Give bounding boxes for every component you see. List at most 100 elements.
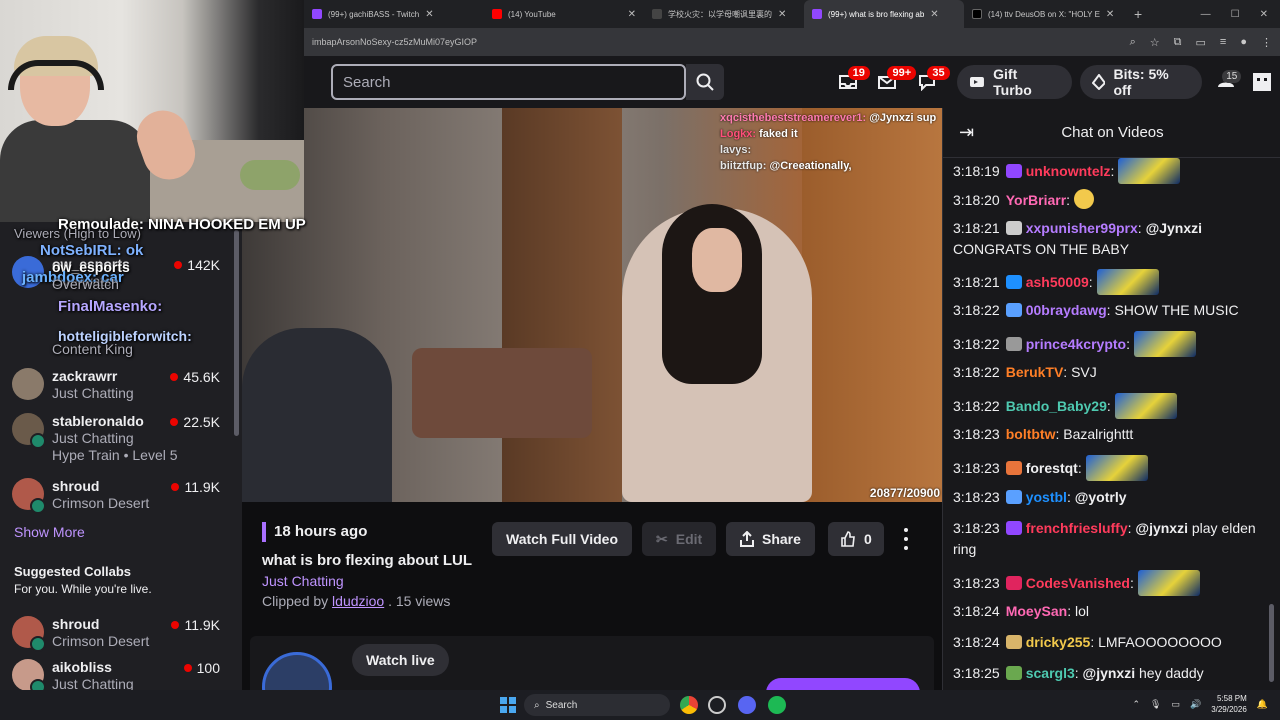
chat-username[interactable]: yostbl [1026,489,1067,505]
chat-username[interactable]: forestqt [1026,460,1078,476]
edit-button[interactable]: ✂ Edit [642,522,717,556]
close-tab-icon[interactable]: ✕ [778,9,786,20]
chat-badge-icon[interactable] [1005,576,1022,590]
browser-tab[interactable]: (14) YouTube ✕ [484,0,644,28]
search-button[interactable] [686,64,724,100]
browser-tab[interactable]: (14) ttv DeusOB on X: "HOLY E ✕ [964,0,1124,28]
browser-tab[interactable]: 学校火灾：以学母嘲讽里裏的 ✕ [644,0,804,28]
chat-emote-icon[interactable] [1137,570,1200,596]
address-bar[interactable]: imbapArsonNoSexy-cz5zMuMi07eyGIOP ⌕ ☆ ⧉ … [304,28,1280,56]
activity-button[interactable]: 35 [909,64,950,100]
user-avatar-button[interactable] [1244,64,1280,100]
follow-button[interactable] [766,678,920,690]
chat-username[interactable]: CodesVanished [1026,575,1130,591]
maximize-icon[interactable]: ☐ [1231,9,1240,20]
menu-icon[interactable]: ⋮ [1261,36,1272,49]
suggested-channel-row[interactable]: shroud Crimson Desert 11.9K [0,612,242,656]
clock[interactable]: 5:58 PM 3/29/2026 [1211,693,1247,715]
chat-username[interactable]: prince4kcrypto [1026,336,1126,352]
chat-badge-icon[interactable] [1005,164,1022,178]
network-icon[interactable]: ▭ [1171,699,1180,710]
show-more-link[interactable]: Show More [14,524,85,540]
steam-icon[interactable] [708,696,726,714]
chat-badge-icon[interactable] [1005,275,1022,289]
chat-emote-icon[interactable] [1096,269,1159,295]
avatar[interactable] [262,652,332,690]
new-tab-button[interactable]: + [1124,6,1152,22]
chat-emote-icon[interactable] [1133,331,1196,357]
collapse-chat-icon[interactable]: ⇥ [959,122,974,143]
search-input[interactable] [343,73,675,91]
start-button[interactable] [500,697,516,713]
channel-row[interactable]: ow_esports Overwatch 142K [0,252,242,296]
profile-icon[interactable]: ● [1240,36,1247,49]
close-window-icon[interactable]: ✕ [1260,9,1268,20]
close-tab-icon[interactable]: ✕ [1106,9,1114,20]
whispers-button[interactable]: 99+ [869,64,917,100]
zoom-icon[interactable]: ⌕ [1130,36,1136,49]
chat-username[interactable]: unknowntelz [1026,163,1111,179]
more-options-button[interactable] [896,528,916,550]
volume-icon[interactable]: 🔊 [1190,699,1201,710]
video-player[interactable]: xqcisthebeststreamerever1: @Jynxzi sup L… [242,108,942,502]
microphone-icon[interactable]: 🎙 [1150,699,1161,710]
chat-mention[interactable]: @Jynxzi [1146,220,1202,236]
chat-username[interactable]: YorBriarr [1006,192,1066,208]
chat-badge-icon[interactable] [1005,221,1022,235]
chat-badge-icon[interactable] [1005,490,1022,504]
channel-row[interactable]: shroud Crimson Desert 11.9K [0,474,242,518]
chat-scrollbar[interactable] [1269,604,1274,682]
chat-badge-icon[interactable] [1005,521,1022,535]
chat-username[interactable]: ash50009 [1026,274,1089,290]
search-bar[interactable] [331,64,687,100]
chat-username[interactable]: 00braydawg [1026,302,1107,318]
chat-username[interactable]: BerukTV [1006,364,1064,380]
watch-full-video-button[interactable]: Watch Full Video [492,522,633,556]
media-icon[interactable]: ▭ [1196,36,1206,49]
browser-tab[interactable]: (99+) gachiBASS - Twitch ✕ [304,0,484,28]
chat-username[interactable]: scargl3 [1026,665,1075,681]
clipper-link[interactable]: ldudzioo [332,593,384,609]
channel-row[interactable]: stableronaldo Just Chatting 22.5K Hype T… [0,409,242,473]
url-text[interactable]: imbapArsonNoSexy-cz5zMuMi07eyGIOP [312,37,477,47]
close-tab-icon[interactable]: ✕ [425,9,433,20]
bits-button[interactable]: Bits: 5% off [1079,65,1203,99]
chevron-up-icon[interactable]: ⌃ [1132,699,1140,710]
bookmark-star-icon[interactable]: ☆ [1150,36,1160,49]
chat-emote-icon[interactable] [1114,393,1177,419]
prime-loot-button[interactable]: 15 [1208,64,1244,100]
chat-mention[interactable]: @jynxzi [1135,520,1188,536]
chat-username[interactable]: MoeySan [1006,603,1067,619]
chat-username[interactable]: dricky255 [1026,634,1091,650]
chat-username[interactable]: Bando_Baby29 [1006,398,1107,414]
browser-tab-active[interactable]: (99+) what is bro flexing ab ✕ [804,0,964,28]
channel-row[interactable]: zackrawrr Just Chatting 45.6K [0,364,242,408]
taskbar-search[interactable]: ⌕ Search [524,694,670,716]
chat-emote-icon[interactable] [1118,158,1181,184]
chat-mention[interactable]: @jynxzi [1083,665,1136,681]
reading-list-icon[interactable]: ≡ [1220,36,1226,49]
minimize-icon[interactable]: — [1201,9,1211,20]
chat-emote-icon[interactable] [1073,189,1094,209]
chat-emote-icon[interactable] [1085,455,1148,481]
close-tab-icon[interactable]: ✕ [628,9,636,20]
close-tab-icon[interactable]: ✕ [930,9,938,20]
extensions-icon[interactable]: ⧉ [1174,36,1182,49]
discord-icon[interactable] [738,696,756,714]
clip-category-link[interactable]: Just Chatting [262,573,344,589]
chat-badge-icon[interactable] [1005,635,1022,649]
gift-turbo-button[interactable]: Gift Turbo [957,65,1072,99]
chrome-icon[interactable] [680,696,698,714]
share-button[interactable]: Share [726,522,815,556]
chat-username[interactable]: frenchfriesluffy [1026,520,1128,536]
chat-username[interactable]: xxpunisher99prx [1026,220,1138,236]
suggested-channel-row[interactable]: aikobliss Just Chatting 100 [0,655,242,690]
chat-badge-icon[interactable] [1005,461,1022,475]
spotify-icon[interactable] [768,696,786,714]
chat-badge-icon[interactable] [1005,666,1022,680]
notifications-button[interactable]: 19 [830,64,870,100]
chat-username[interactable]: boltbtw [1006,426,1056,442]
chat-mention[interactable]: @yotrly [1075,489,1127,505]
notification-bell-icon[interactable]: 🔔 [1257,699,1268,710]
chat-badge-icon[interactable] [1005,337,1022,351]
